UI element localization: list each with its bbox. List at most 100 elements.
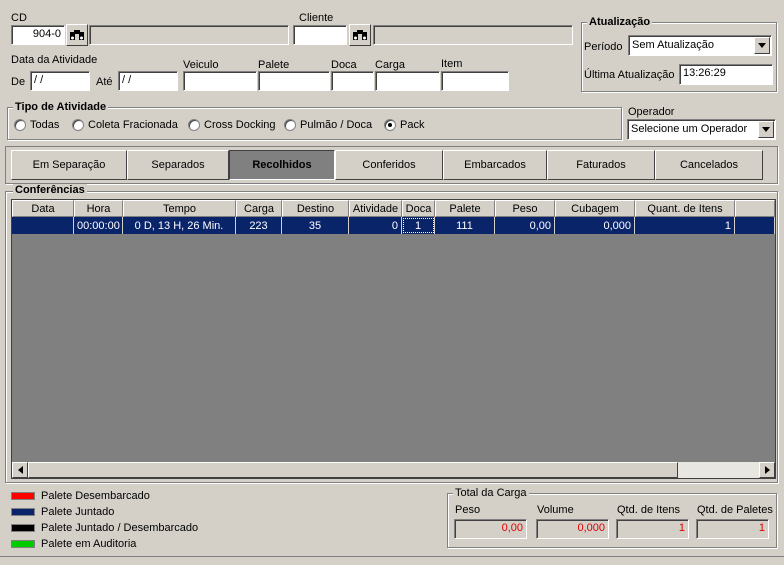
col-header-filler	[735, 200, 775, 217]
col-header-palete[interactable]: Palete	[435, 200, 495, 217]
tipo-atividade-title: Tipo de Atividade	[13, 101, 109, 113]
radio-pack[interactable]: Pack	[384, 119, 424, 131]
doca-label: Doca	[331, 59, 357, 71]
col-header-doca[interactable]: Doca	[402, 200, 435, 217]
cd-field[interactable]: 904-0	[11, 25, 65, 45]
tab-cancelados[interactable]: Cancelados	[655, 150, 763, 180]
horizontal-scrollbar[interactable]	[12, 462, 775, 478]
col-header-peso[interactable]: Peso	[495, 200, 555, 217]
legend-swatch-blue	[11, 508, 35, 516]
cliente-search-button[interactable]	[349, 24, 371, 46]
bottom-divider	[0, 556, 784, 557]
total-paletes-field: 1	[696, 519, 769, 539]
col-header-data[interactable]: Data	[12, 200, 74, 217]
item-field[interactable]	[441, 71, 509, 91]
tab-recolhidos[interactable]: Recolhidos	[229, 150, 335, 180]
arrow-left-icon[interactable]	[12, 462, 28, 478]
cliente-field[interactable]	[293, 25, 347, 45]
periodo-select[interactable]: Sem Atualização	[628, 35, 772, 56]
legend-item: Palete Juntado	[11, 506, 114, 518]
ultima-atualizacao-field: 13:26:29	[679, 64, 773, 85]
col-header-tempo[interactable]: Tempo	[123, 200, 236, 217]
radio-indicator[interactable]	[284, 119, 296, 131]
total-peso-label: Peso	[455, 504, 481, 516]
palete-field[interactable]	[258, 71, 330, 91]
col-header-cubagem[interactable]: Cubagem	[555, 200, 635, 217]
ate-label: Até	[96, 76, 113, 88]
total-volume-label: Volume	[537, 504, 574, 516]
radio-coleta-fracionada[interactable]: Coleta Fracionada	[72, 119, 178, 131]
cell-doca[interactable]: 1	[402, 217, 435, 234]
binoculars-icon	[353, 30, 367, 40]
total-carga-title: Total da Carga	[453, 487, 529, 499]
radio-indicator[interactable]	[72, 119, 84, 131]
cell-destino[interactable]: 35	[282, 217, 349, 234]
cell-hora[interactable]: 00:00:00	[74, 217, 123, 234]
cd-name-field	[89, 25, 289, 45]
conferencias-grid[interactable]: Data Hora Tempo Carga Destino Atividade …	[11, 199, 776, 479]
cell-data[interactable]	[12, 217, 74, 234]
cell-atividade[interactable]: 0	[349, 217, 402, 234]
operador-select[interactable]: Selecione um Operador	[627, 119, 776, 140]
cell-tempo[interactable]: 0 D, 13 H, 26 Min.	[123, 217, 236, 234]
veiculo-field[interactable]	[183, 71, 257, 91]
carga-label: Carga	[375, 59, 405, 71]
doca-field[interactable]	[331, 71, 374, 91]
carga-field[interactable]	[375, 71, 440, 91]
tab-conferidos[interactable]: Conferidos	[335, 150, 443, 180]
cell-cubagem[interactable]: 0,000	[555, 217, 635, 234]
chevron-down-icon[interactable]	[754, 37, 770, 54]
tab-faturados[interactable]: Faturados	[547, 150, 655, 180]
cell-peso[interactable]: 0,00	[495, 217, 555, 234]
arrow-right-icon[interactable]	[759, 462, 775, 478]
operador-label: Operador	[628, 106, 675, 118]
date-from-field[interactable]: / /	[30, 71, 90, 91]
total-itens-field: 1	[616, 519, 689, 539]
ultima-atualizacao-label: Última Atualização	[584, 69, 675, 81]
tab-separados[interactable]: Separados	[127, 150, 229, 180]
legend-swatch-green	[11, 540, 35, 548]
cd-search-button[interactable]	[66, 24, 88, 46]
col-header-destino[interactable]: Destino	[282, 200, 349, 217]
radio-indicator[interactable]	[14, 119, 26, 131]
date-to-field[interactable]: / /	[118, 71, 178, 91]
binoculars-icon	[70, 30, 84, 40]
de-label: De	[11, 76, 26, 88]
radio-pulmao-doca[interactable]: Pulmão / Doca	[284, 119, 372, 131]
radio-indicator[interactable]	[384, 119, 396, 131]
tab-embarcados[interactable]: Embarcados	[443, 150, 547, 180]
periodo-value: Sem Atualização	[632, 39, 714, 51]
cliente-label: Cliente	[299, 12, 334, 24]
periodo-label: Período	[584, 41, 623, 53]
total-itens-label: Qtd. de Itens	[617, 504, 680, 516]
operador-value: Selecione um Operador	[631, 123, 748, 135]
col-header-atividade[interactable]: Atividade	[349, 200, 402, 217]
radio-indicator[interactable]	[188, 119, 200, 131]
cd-label: CD	[11, 12, 27, 24]
palete-label: Palete	[258, 59, 290, 71]
data-atividade-label: Data da Atividade	[11, 54, 98, 66]
legend-item: Palete Juntado / Desembarcado	[11, 522, 198, 534]
legend-swatch-red	[11, 492, 35, 500]
veiculo-label: Veiculo	[183, 59, 219, 71]
cell-carga[interactable]: 223	[236, 217, 282, 234]
scrollbar-thumb[interactable]	[28, 462, 678, 478]
atualizacao-title: Atualização	[587, 16, 653, 28]
col-header-quant-itens[interactable]: Quant. de Itens	[635, 200, 735, 217]
total-paletes-label: Qtd. de Paletes	[697, 504, 773, 516]
col-header-hora[interactable]: Hora	[74, 200, 123, 217]
tab-em-separacao[interactable]: Em Separação	[11, 150, 127, 180]
radio-cross-docking[interactable]: Cross Docking	[188, 119, 276, 131]
total-peso-field: 0,00	[454, 519, 527, 539]
item-label: Item	[441, 58, 463, 70]
conferencias-title: Conferências	[13, 184, 87, 196]
cliente-name-field	[373, 25, 573, 45]
chevron-down-icon[interactable]	[758, 121, 774, 138]
legend-swatch-black	[11, 524, 35, 532]
col-header-carga[interactable]: Carga	[236, 200, 282, 217]
cell-filler	[735, 217, 775, 234]
cell-palete[interactable]: 111	[435, 217, 495, 234]
cell-quant-itens[interactable]: 1	[635, 217, 735, 234]
legend-item: Palete em Auditoria	[11, 538, 136, 550]
radio-todas[interactable]: Todas	[14, 119, 59, 131]
